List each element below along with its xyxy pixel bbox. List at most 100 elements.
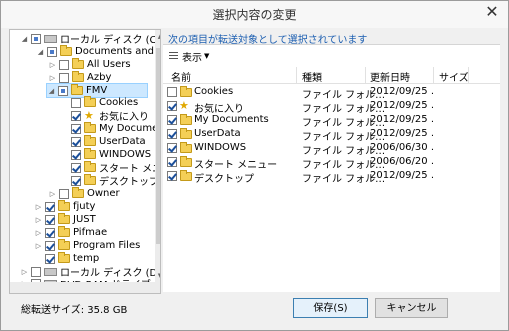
column-divider[interactable] (468, 67, 469, 83)
tree-item-label: Cookies (99, 97, 139, 108)
expand-icon[interactable]: ▷ (34, 229, 43, 237)
tree-item-program-files[interactable]: ▷ Program Files (34, 239, 140, 252)
tree-item-favorites[interactable]: ★ お気に入り (69, 109, 149, 123)
tree-checkbox[interactable] (59, 59, 69, 70)
tree-checkbox[interactable] (71, 162, 81, 173)
tree-item-label: ローカル ディスク (C:) (60, 35, 161, 46)
tree-checkbox[interactable] (45, 240, 55, 251)
folder-icon (72, 71, 84, 82)
column-divider[interactable] (296, 67, 297, 83)
column-header-size[interactable]: サイズ (439, 69, 469, 84)
tree-checkbox[interactable] (59, 188, 69, 199)
tree-checkbox[interactable] (58, 85, 68, 96)
list-item[interactable]: Cookies ファイル フォル… 2012/09/25 . (163, 85, 500, 101)
collapse-icon[interactable]: ◢ (36, 48, 45, 56)
list-checkbox[interactable] (167, 157, 177, 167)
folder-icon (60, 45, 72, 56)
tree-checkbox[interactable] (31, 33, 41, 44)
list-checkbox[interactable] (167, 129, 177, 139)
tree-checkbox[interactable] (71, 175, 81, 186)
expand-icon[interactable]: ▷ (48, 190, 57, 198)
list-checkbox[interactable] (167, 87, 177, 97)
expand-icon[interactable]: ▷ (48, 74, 57, 82)
folder-icon (72, 58, 84, 69)
tree-item-drive-c[interactable]: ◢ ローカル ディスク (C:) (20, 32, 161, 46)
folder-icon (84, 174, 96, 185)
folder-icon (84, 122, 96, 133)
tree-checkbox[interactable] (71, 97, 81, 108)
tree-checkbox[interactable] (45, 201, 55, 212)
list-item[interactable]: UserData ファイル フォル… 2012/09/25 . (163, 127, 500, 143)
folder-icon (84, 96, 96, 107)
tree-item-userdata[interactable]: UserData (69, 135, 146, 148)
folder-icon (180, 114, 192, 125)
item-name: UserData (194, 128, 241, 139)
list-item[interactable]: スタート メニュー ファイル フォル… 2006/06/20 . (163, 155, 500, 171)
tree-item-documents-and-settings[interactable]: ◢ Documents and Se (36, 45, 160, 58)
dialog-window: 選択内容の変更 ✕ ◢ ローカル ディスク (C:) ◢ Documents a… (0, 0, 509, 331)
tree-item-fjuty[interactable]: ▷ fjuty (34, 200, 95, 213)
tree-item-all-users[interactable]: ▷ All Users (48, 58, 131, 71)
folder-icon (84, 148, 96, 159)
tree-vertical-scrollbar[interactable]: ▲ ▼ (155, 30, 160, 293)
list-item[interactable]: My Documents ファイル フォル… 2012/09/25 . (163, 113, 500, 129)
list-item[interactable]: WINDOWS ファイル フォル… 2006/06/30 . (163, 141, 500, 157)
item-date: 2012/09/25 . (370, 128, 434, 139)
column-header-name[interactable]: 名前 (171, 69, 191, 84)
list-checkbox[interactable] (167, 115, 177, 125)
list-item[interactable]: デスクトップ ファイル フォル… 2012/09/25 . (163, 169, 500, 185)
tree-checkbox[interactable] (47, 46, 57, 57)
folder-tree[interactable]: ◢ ローカル ディスク (C:) ◢ Documents and Se ▷ Al… (9, 29, 161, 294)
tree-item-my-documents[interactable]: My Docume (69, 122, 158, 135)
tree-checkbox[interactable] (71, 136, 81, 147)
expand-icon[interactable]: ▷ (48, 61, 57, 69)
file-list-panel: 表示 ▼ 名前 種類 更新日時 サイズ Cookies ファイル フォル… 20… (163, 45, 500, 292)
folder-icon (58, 252, 70, 263)
tree-item-just[interactable]: ▷ JUST (34, 213, 96, 226)
folder-icon (84, 135, 96, 146)
tree-checkbox[interactable] (71, 149, 81, 160)
list-checkbox[interactable] (167, 101, 177, 111)
tree-checkbox[interactable] (45, 253, 55, 264)
scrollbar-thumb[interactable] (156, 48, 160, 244)
list-header: 名前 種類 更新日時 サイズ (163, 67, 500, 84)
list-item[interactable]: ★ お気に入り ファイル フォル… 2012/09/25 . (163, 99, 500, 115)
column-header-date[interactable]: 更新日時 (370, 69, 410, 84)
scroll-up-icon[interactable]: ▲ (155, 30, 160, 42)
scroll-down-icon[interactable]: ▼ (155, 270, 160, 282)
column-header-type[interactable]: 種類 (302, 69, 322, 84)
expand-icon[interactable]: ▷ (34, 203, 43, 211)
tree-checkbox[interactable] (59, 72, 69, 83)
tree-item-label: JUST (73, 214, 96, 225)
expand-icon[interactable]: ▷ (20, 268, 29, 276)
tree-checkbox[interactable] (71, 110, 81, 121)
tree-item-label: fjuty (73, 201, 96, 212)
tree-horizontal-scrollbar[interactable] (10, 282, 155, 293)
cancel-button[interactable]: キャンセル (375, 298, 448, 318)
tree-checkbox[interactable] (71, 123, 81, 134)
view-menu-button[interactable]: 表示 ▼ (169, 49, 209, 64)
title-bar: 選択内容の変更 ✕ (1, 1, 508, 28)
save-button[interactable]: 保存(S) (293, 298, 368, 318)
folder-icon (180, 142, 192, 153)
list-checkbox[interactable] (167, 143, 177, 153)
tree-checkbox[interactable] (31, 266, 41, 277)
folder-icon (58, 226, 70, 237)
expand-icon[interactable]: ▷ (34, 242, 43, 250)
collapse-icon[interactable]: ◢ (20, 35, 29, 43)
collapse-icon[interactable]: ◢ (47, 87, 56, 95)
tree-checkbox[interactable] (45, 214, 55, 225)
folder-icon (180, 128, 192, 139)
tree-checkbox[interactable] (45, 227, 55, 238)
close-button[interactable]: ✕ (482, 3, 502, 21)
drive-icon (44, 34, 57, 43)
item-date: 2012/09/25 . (370, 100, 434, 111)
list-checkbox[interactable] (167, 171, 177, 181)
tree-item-owner[interactable]: ▷ Owner (48, 187, 120, 200)
tree-item-desktop[interactable]: デスクトップ (69, 174, 159, 188)
tree-item-pifmae[interactable]: ▷ Pifmae (34, 226, 107, 239)
tree-item-label: お気に入り (99, 112, 149, 123)
expand-icon[interactable]: ▷ (34, 216, 43, 224)
column-divider[interactable] (433, 67, 434, 83)
column-divider[interactable] (365, 67, 366, 83)
